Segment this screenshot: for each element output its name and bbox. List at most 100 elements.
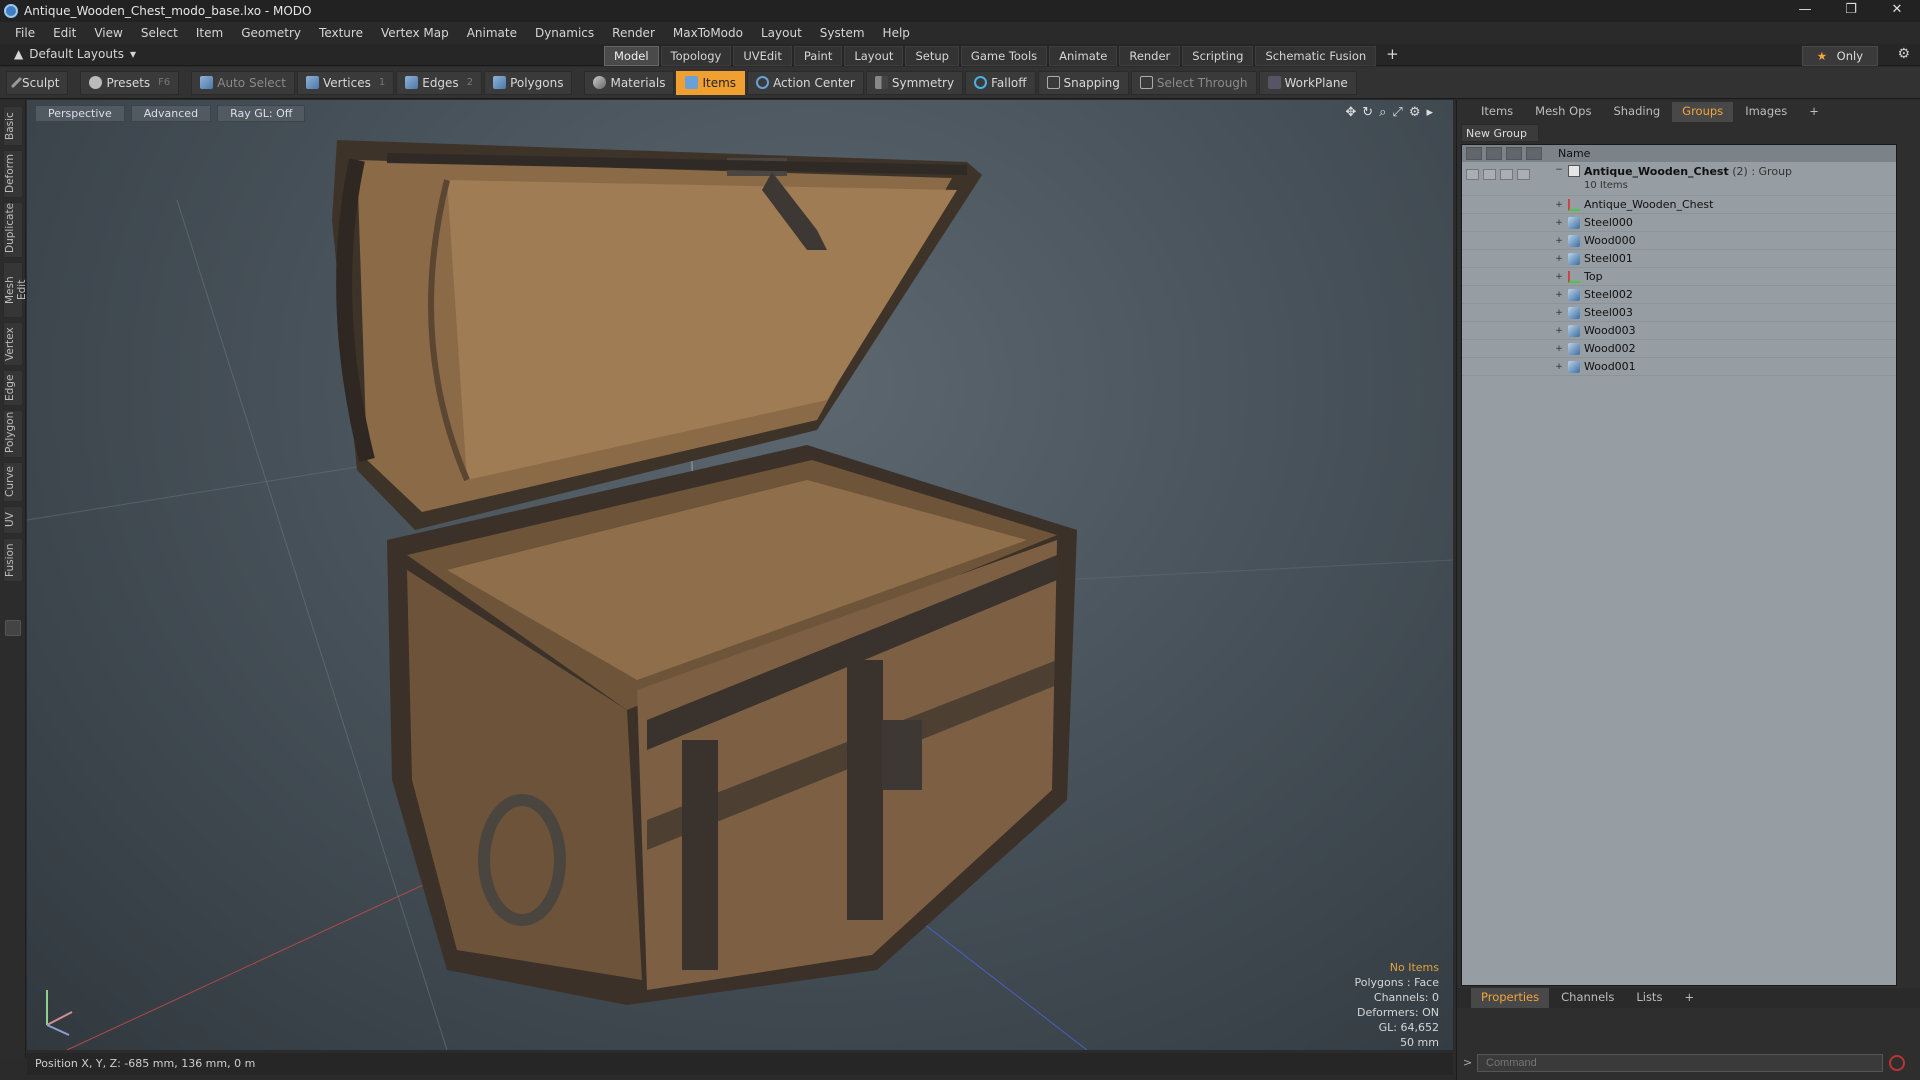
menu-render[interactable]: Render — [603, 26, 664, 40]
tree-item[interactable]: + Antique_Wooden_Chest — [1462, 196, 1896, 214]
command-stop-icon[interactable] — [1889, 1055, 1905, 1071]
tab-edge[interactable]: Edge — [3, 370, 23, 406]
menu-vertex-map[interactable]: Vertex Map — [372, 26, 458, 40]
menu-edit[interactable]: Edit — [44, 26, 85, 40]
expand-icon[interactable]: + — [1550, 326, 1568, 336]
expand-icon[interactable]: + — [1550, 272, 1568, 282]
tab-topology[interactable]: Topology — [660, 46, 732, 66]
expand-icon[interactable]: + — [1550, 236, 1568, 246]
add-tab-button[interactable]: + — [1378, 46, 1407, 66]
tab-layout[interactable]: Layout — [844, 46, 904, 66]
tab-polygon[interactable]: Polygon — [3, 410, 23, 458]
select-icon[interactable] — [1526, 147, 1542, 160]
tree-item[interactable]: + Steel003 — [1462, 304, 1896, 322]
add-properties-tab-button[interactable]: + — [1674, 988, 1704, 1008]
sculpt-button[interactable]: Sculpt — [6, 70, 69, 95]
expand-icon[interactable]: + — [1550, 254, 1568, 264]
tab-uv[interactable]: UV — [3, 506, 23, 534]
tab-fusion[interactable]: Fusion — [3, 538, 23, 582]
tree-item[interactable]: + Wood003 — [1462, 322, 1896, 340]
tree-item[interactable]: + Wood001 — [1462, 358, 1896, 376]
symmetry-button[interactable]: Symmetry — [865, 70, 964, 95]
menu-help[interactable]: Help — [874, 26, 919, 40]
polygons-button[interactable]: Polygons — [484, 70, 573, 95]
add-panel-tab-button[interactable]: + — [1799, 102, 1829, 122]
eye-icon[interactable] — [1466, 147, 1482, 160]
render-toggle[interactable] — [1483, 168, 1496, 180]
tree-item[interactable]: + Top — [1462, 268, 1896, 286]
menu-select[interactable]: Select — [132, 26, 187, 40]
menu-animate[interactable]: Animate — [458, 26, 526, 40]
tab-mesh-ops[interactable]: Mesh Ops — [1525, 102, 1601, 122]
only-toggle[interactable]: ★ Only — [1801, 46, 1878, 66]
tree-item[interactable]: + Steel002 — [1462, 286, 1896, 304]
tab-game-tools[interactable]: Game Tools — [960, 46, 1048, 66]
tab-vertex[interactable]: Vertex — [3, 322, 23, 366]
menu-view[interactable]: View — [85, 26, 131, 40]
gear-icon[interactable]: ⚙ — [1897, 46, 1910, 62]
workplane-button[interactable]: WorkPlane — [1258, 70, 1357, 95]
tab-items[interactable]: Items — [1471, 102, 1523, 122]
expand-icon[interactable]: + — [1550, 308, 1568, 318]
column-name[interactable]: Name — [1550, 147, 1590, 160]
tab-mesh-edit[interactable]: Mesh Edit — [3, 262, 28, 318]
tab-channels[interactable]: Channels — [1551, 988, 1624, 1008]
expand-icon[interactable]: + — [1550, 290, 1568, 300]
maximize-button[interactable]: ❐ — [1828, 0, 1874, 22]
tab-shading[interactable]: Shading — [1603, 102, 1670, 122]
menu-system[interactable]: System — [811, 26, 874, 40]
strip-toggle-button[interactable] — [5, 620, 21, 636]
eye-toggle[interactable] — [1466, 168, 1479, 180]
tab-schematic-fusion[interactable]: Schematic Fusion — [1255, 46, 1377, 66]
tab-deform[interactable]: Deform — [3, 150, 23, 198]
falloff-button[interactable]: Falloff — [965, 70, 1036, 95]
expand-icon[interactable]: + — [1550, 218, 1568, 228]
action-center-button[interactable]: Action Center — [747, 70, 864, 95]
render-icon[interactable] — [1486, 147, 1502, 160]
snapping-button[interactable]: Snapping — [1037, 70, 1129, 95]
menu-file[interactable]: File — [6, 26, 44, 40]
lock-toggle[interactable] — [1500, 168, 1513, 180]
tab-curve[interactable]: Curve — [3, 462, 23, 502]
menu-texture[interactable]: Texture — [310, 26, 372, 40]
expand-icon[interactable]: + — [1550, 362, 1568, 372]
group-row[interactable]: − Antique_Wooden_Chest (2) : Group 10 It… — [1462, 162, 1896, 196]
tab-basic[interactable]: Basic — [3, 106, 23, 146]
presets-button[interactable]: Presets F6 — [80, 70, 180, 95]
tab-scripting[interactable]: Scripting — [1182, 46, 1254, 66]
menu-maxtomodo[interactable]: MaxToModo — [664, 26, 752, 40]
tab-images[interactable]: Images — [1735, 102, 1797, 122]
edges-button[interactable]: Edges 2 — [396, 70, 483, 95]
menu-geometry[interactable]: Geometry — [232, 26, 310, 40]
tab-uvedit[interactable]: UVEdit — [733, 46, 792, 66]
tab-properties[interactable]: Properties — [1471, 988, 1550, 1008]
lock-icon[interactable] — [1506, 147, 1522, 160]
select-toggle[interactable] — [1517, 168, 1530, 180]
minimize-button[interactable]: — — [1782, 0, 1828, 22]
tab-duplicate[interactable]: Duplicate — [3, 202, 23, 258]
select-through-button[interactable]: Select Through — [1130, 70, 1257, 95]
vertices-button[interactable]: Vertices 1 — [296, 70, 395, 95]
items-button[interactable]: Items — [676, 70, 746, 95]
collapse-icon[interactable]: − — [1550, 165, 1568, 175]
default-layouts-dropdown[interactable]: ▲ Default Layouts ▾ — [14, 47, 136, 61]
tree-item[interactable]: + Wood000 — [1462, 232, 1896, 250]
materials-button[interactable]: Materials — [584, 70, 675, 95]
expand-icon[interactable]: + — [1550, 200, 1568, 210]
tree-item[interactable]: + Steel000 — [1462, 214, 1896, 232]
auto-select-button[interactable]: Auto Select — [191, 70, 295, 95]
command-input[interactable] — [1477, 1054, 1883, 1072]
tree-item[interactable]: + Steel001 — [1462, 250, 1896, 268]
menu-layout[interactable]: Layout — [752, 26, 811, 40]
tab-setup[interactable]: Setup — [905, 46, 959, 66]
tab-paint[interactable]: Paint — [793, 46, 843, 66]
menu-dynamics[interactable]: Dynamics — [526, 26, 603, 40]
tab-model[interactable]: Model — [604, 46, 659, 66]
tab-render[interactable]: Render — [1119, 46, 1181, 66]
menu-item[interactable]: Item — [187, 26, 232, 40]
tab-animate[interactable]: Animate — [1049, 46, 1118, 66]
tree-item[interactable]: + Wood002 — [1462, 340, 1896, 358]
tab-lists[interactable]: Lists — [1626, 988, 1672, 1008]
3d-viewport[interactable]: Perspective Advanced Ray GL: Off ✥ ↻ ⌕ ⤢… — [27, 100, 1453, 1050]
expand-icon[interactable]: + — [1550, 344, 1568, 354]
